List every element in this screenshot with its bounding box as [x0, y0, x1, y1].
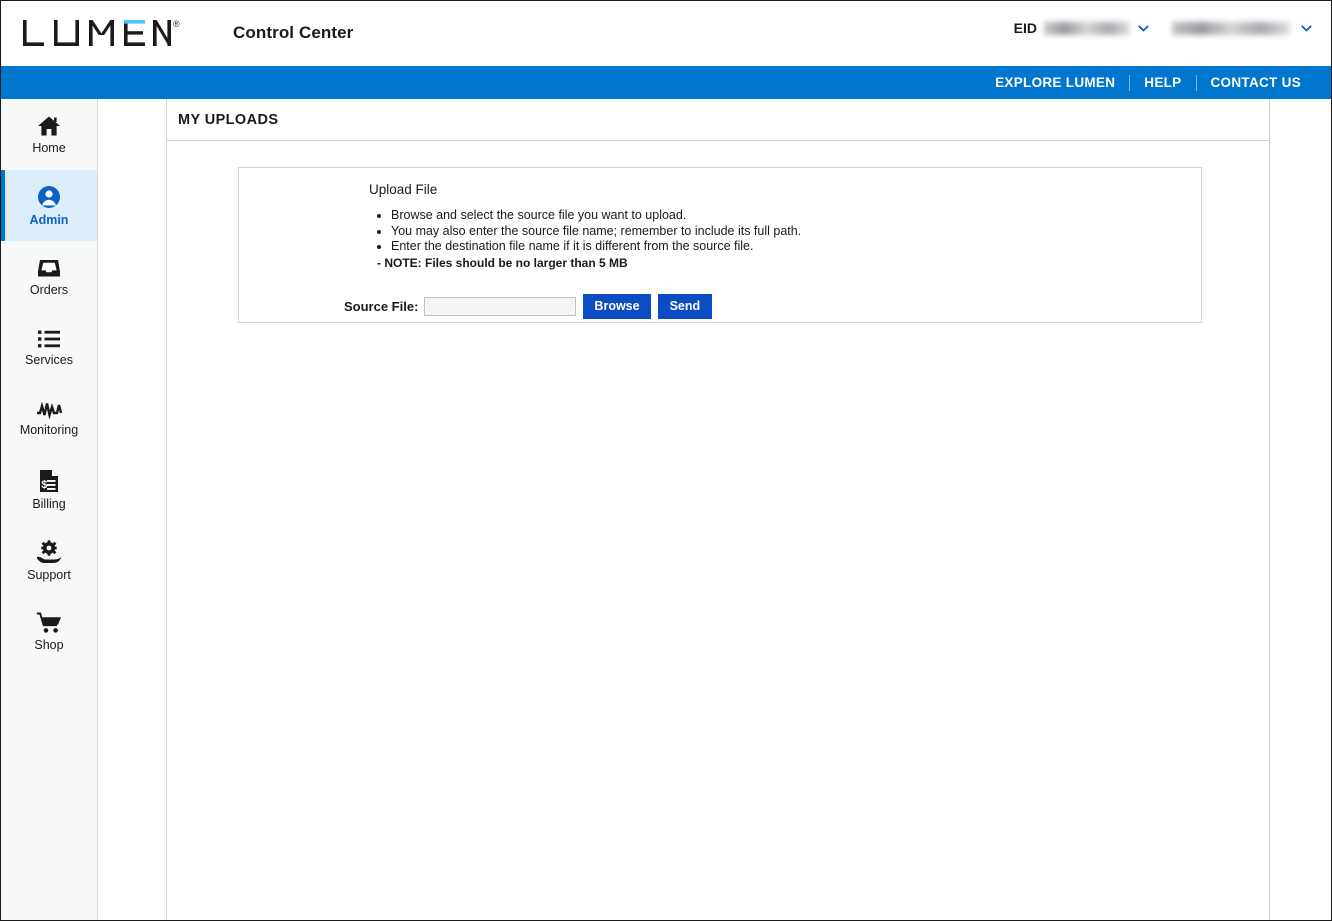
nav-link-explore-lumen[interactable]: EXPLORE LUMEN: [981, 75, 1129, 90]
home-icon: [38, 116, 60, 136]
instruction-item: You may also enter the source file name;…: [391, 224, 1201, 239]
list-icon: [38, 330, 60, 348]
browse-button[interactable]: Browse: [583, 293, 651, 319]
sidebar-item-label: Monitoring: [19, 422, 79, 437]
main-content: MY UPLOADS Upload File Browse and select…: [166, 99, 1270, 920]
sidebar-item-home[interactable]: Home: [1, 99, 97, 170]
lumen-logo[interactable]: ®: [23, 18, 180, 48]
page-title: MY UPLOADS: [178, 111, 279, 128]
svg-text:$: $: [41, 479, 47, 491]
sidebar-item-shop[interactable]: Shop: [1, 596, 97, 667]
instruction-item: Browse and select the source file you wa…: [391, 208, 1201, 223]
registered-trademark-symbol: ®: [173, 19, 180, 29]
sidebar-item-billing[interactable]: $ Billing: [1, 454, 97, 525]
user-circle-icon: [38, 185, 60, 208]
invoice-document-icon: $: [40, 469, 58, 492]
page-header: MY UPLOADS: [167, 99, 1269, 141]
upload-form-row: Source File: Browse Send: [344, 293, 1201, 319]
file-size-note: - NOTE: Files should be no larger than 5…: [377, 255, 628, 270]
source-file-label: Source File:: [344, 298, 419, 314]
header-account-area: EID: [1014, 20, 1313, 36]
sidebar-item-label: Home: [32, 140, 66, 155]
source-file-input[interactable]: [424, 296, 577, 316]
sidebar-item-orders[interactable]: Orders: [1, 241, 97, 312]
top-header: ® Control Center EID: [1, 1, 1331, 66]
utility-navbar: EXPLORE LUMEN HELP CONTACT US: [1, 66, 1331, 99]
account-selector[interactable]: [1172, 21, 1313, 35]
chevron-down-icon[interactable]: [1300, 22, 1313, 35]
sidebar-item-services[interactable]: Services: [1, 312, 97, 383]
upload-instructions-list: Browse and select the source file you wa…: [391, 208, 1201, 254]
app-window: ® Control Center EID EXPLORE LUMEN HELP: [0, 0, 1332, 921]
eid-label: EID: [1013, 20, 1037, 36]
sidebar-item-monitoring[interactable]: Monitoring: [1, 383, 97, 454]
send-button[interactable]: Send: [657, 293, 713, 319]
panel-title: Upload File: [369, 182, 438, 197]
gear-in-hand-icon: [37, 540, 62, 563]
sidebar-item-label: Billing: [32, 496, 66, 511]
eid-value-redacted: [1044, 21, 1130, 35]
inbox-tray-icon: [38, 259, 60, 277]
account-name-redacted: [1172, 21, 1290, 35]
sidebar-item-label: Support: [27, 567, 71, 582]
sidebar-item-label: Shop: [34, 637, 64, 652]
app-title: Control Center: [233, 23, 354, 42]
sidebar-item-support[interactable]: Support: [1, 525, 97, 596]
lumen-logo-accent-bar: [124, 20, 145, 24]
sidebar-item-admin[interactable]: Admin: [1, 170, 97, 241]
nav-link-help[interactable]: HELP: [1130, 75, 1195, 90]
pulse-line-icon: [37, 401, 62, 419]
chevron-down-icon[interactable]: [1137, 22, 1150, 35]
lumen-wordmark-icon: [23, 20, 171, 46]
sidebar-item-label: Admin: [29, 212, 69, 227]
instruction-item: Enter the destination file name if it is…: [391, 239, 1201, 254]
upload-file-panel: Upload File Browse and select the source…: [238, 167, 1202, 323]
shopping-cart-icon: [36, 612, 61, 633]
eid-selector[interactable]: EID: [1014, 20, 1150, 36]
sidebar-item-label: Services: [25, 352, 73, 367]
sidebar-item-label: Orders: [29, 282, 69, 297]
nav-link-contact-us[interactable]: CONTACT US: [1197, 75, 1316, 90]
primary-sidebar: Home Admin Orders Services Monitoring $ …: [1, 99, 98, 920]
